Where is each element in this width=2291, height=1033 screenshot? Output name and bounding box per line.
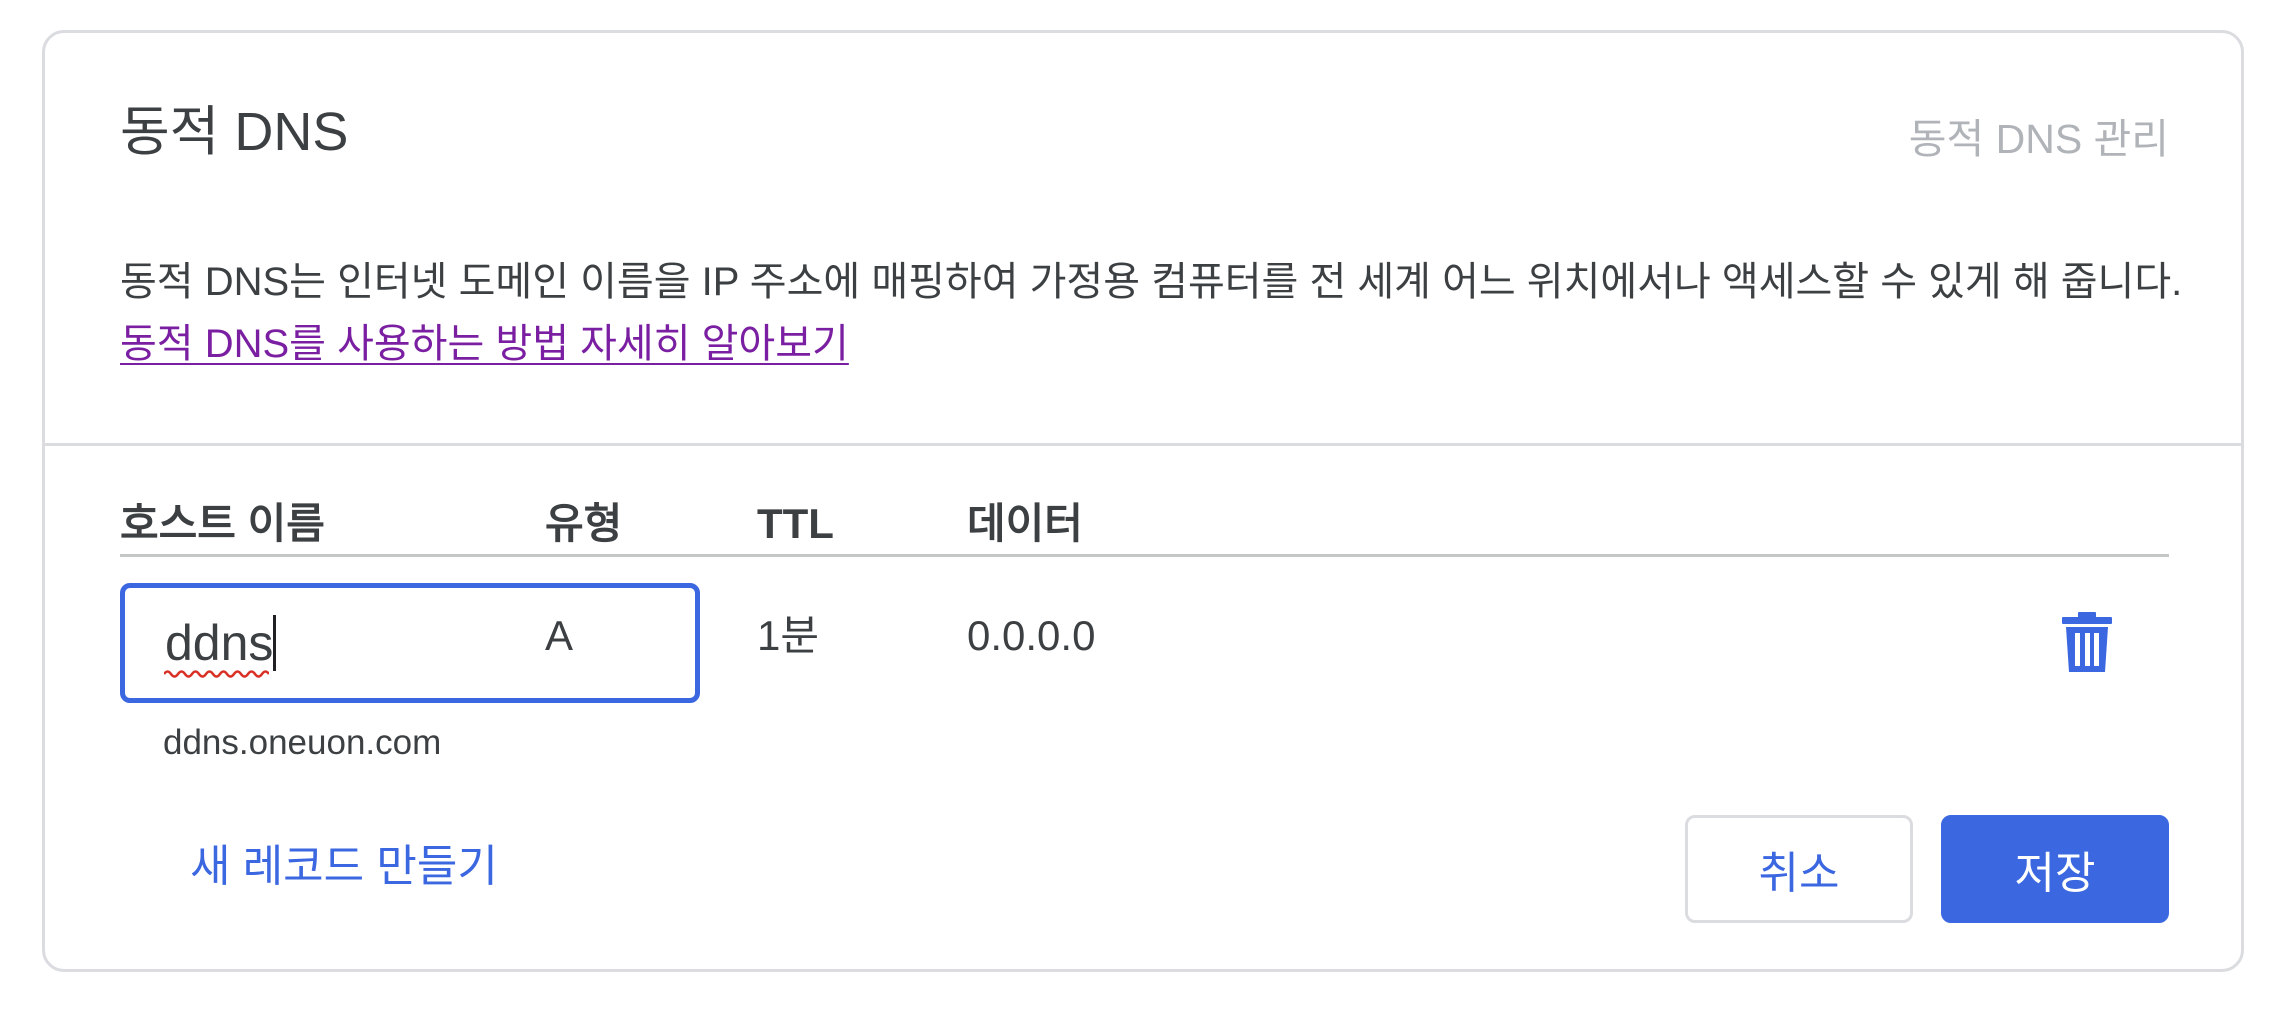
column-header-data: 데이터 — [967, 500, 1083, 547]
learn-more-link[interactable]: 동적 DNS를 사용하는 방법 자세히 알아보기 — [120, 322, 849, 366]
manage-dynamic-dns-link[interactable]: 동적 DNS 관리 — [1909, 119, 2169, 160]
record-ttl-value: 1분 — [757, 612, 819, 659]
description-text: 동적 DNS는 인터넷 도메인 이름을 IP 주소에 매핑하여 가정용 컴퓨터를… — [120, 260, 2183, 304]
column-header-type: 유형 — [545, 500, 623, 547]
trash-icon[interactable] — [2061, 611, 2113, 673]
record-type-value: A — [545, 612, 574, 659]
card-description: 동적 DNS는 인터넷 도메인 이름을 IP 주소에 매핑하여 가정용 컴퓨터를… — [120, 251, 2200, 375]
column-header-host: 호스트 이름 — [120, 500, 325, 547]
spellcheck-underline — [164, 670, 269, 678]
card-title: 동적 DNS — [120, 102, 349, 162]
table-header-divider — [120, 554, 2169, 557]
create-new-record-button[interactable]: 새 레코드 만들기 — [190, 845, 498, 889]
hostname-input[interactable] — [120, 583, 700, 703]
save-button[interactable]: 저장 — [1941, 815, 2169, 923]
column-header-ttl: TTL — [757, 500, 834, 547]
record-data-value: 0.0.0.0 — [967, 612, 1096, 659]
cancel-button[interactable]: 취소 — [1685, 815, 1913, 923]
hostname-full-hint: ddns.oneuon.com — [163, 723, 442, 762]
dynamic-dns-card: 동적 DNS 동적 DNS 관리 동적 DNS는 인터넷 도메인 이름을 IP … — [42, 30, 2244, 972]
section-divider — [45, 443, 2241, 446]
text-cursor — [273, 615, 276, 671]
